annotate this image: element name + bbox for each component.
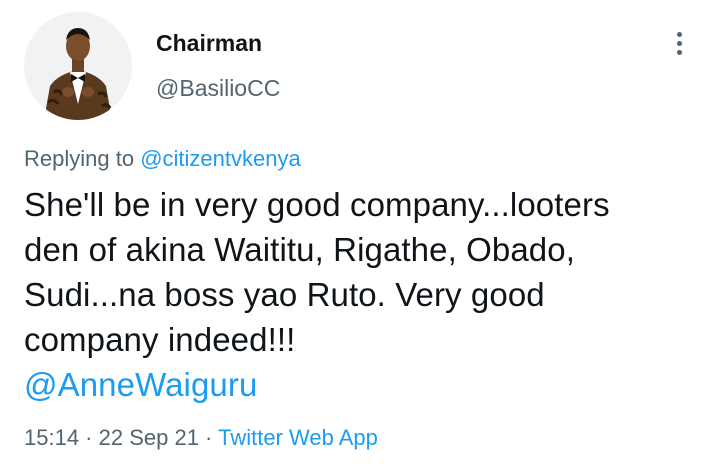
user-handle[interactable]: @BasilioCC	[156, 73, 280, 103]
reply-context: Replying to @citizentvkenya	[24, 144, 301, 174]
display-name[interactable]: Chairman	[156, 28, 262, 58]
more-options-button[interactable]	[664, 28, 694, 58]
avatar[interactable]	[24, 12, 132, 120]
tweet: Chairman @BasilioCC Replying to @citizen…	[0, 0, 720, 470]
reply-prefix: Replying to	[24, 146, 141, 171]
meta-separator: ·	[198, 425, 219, 450]
more-dots-icon	[676, 40, 682, 46]
tweet-text-line: She'll be in very good company...looters	[24, 186, 610, 223]
tweet-text: She'll be in very good company...looters…	[24, 182, 704, 407]
tweet-text-line: Sudi...na boss yao Ruto. Very good	[24, 276, 545, 313]
tweet-text-line: company indeed!!!	[24, 321, 296, 358]
meta-separator: ·	[79, 425, 99, 450]
tweet-time[interactable]: 15:14	[24, 425, 79, 450]
reply-mention-link[interactable]: @citizentvkenya	[140, 146, 301, 171]
more-dots-icon	[676, 31, 682, 37]
tweet-mention-link[interactable]: @AnneWaiguru	[24, 362, 704, 407]
tweet-text-line: den of akina Waititu, Rigathe, Obado,	[24, 231, 575, 268]
avatar-photo-icon	[24, 12, 132, 120]
tweet-source-link[interactable]: Twitter Web App	[218, 425, 378, 450]
tweet-metadata: 15:14 · 22 Sep 21 · Twitter Web App	[24, 422, 378, 454]
tweet-date[interactable]: 22 Sep 21	[99, 425, 199, 450]
more-dots-icon	[676, 49, 682, 55]
